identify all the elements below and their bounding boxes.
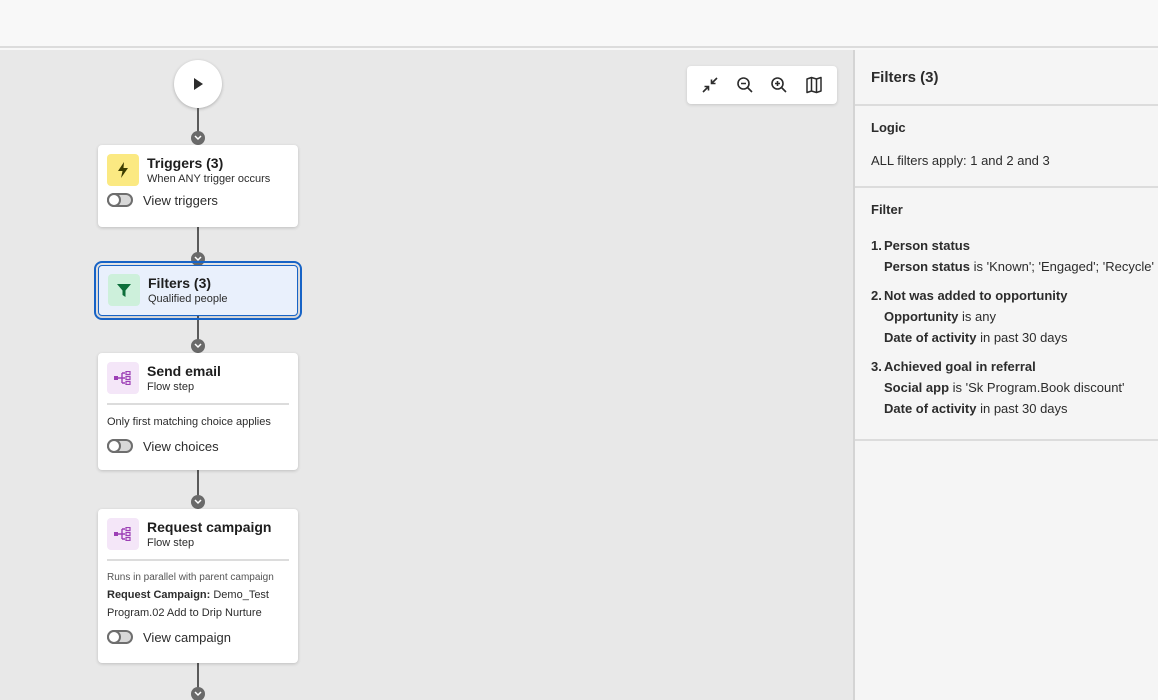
filter-heading: Filter — [871, 202, 903, 217]
filter-number: 3. — [871, 359, 882, 374]
filter-item: 1. Person status Person status is 'Known… — [871, 235, 1154, 277]
view-campaign-toggle[interactable] — [107, 630, 133, 644]
node-subtitle: Flow step — [147, 537, 195, 549]
condition-field: Date of activity — [884, 330, 977, 345]
campaign-detail-line2: Program.02 Add to Drip Nurture — [107, 607, 262, 619]
send-email-node[interactable]: Send email Flow step Only first matching… — [98, 353, 298, 470]
zoom-in-icon[interactable] — [765, 71, 793, 99]
filter-item: 2. Not was added to opportunity Opportun… — [871, 285, 1142, 348]
view-triggers-toggle[interactable] — [107, 193, 133, 207]
top-bar — [0, 0, 1158, 48]
condition-field: Social app — [884, 380, 950, 395]
node-description: Only first matching choice applies — [107, 416, 271, 428]
minimap-icon[interactable] — [800, 71, 828, 99]
condition-field: Date of activity — [884, 401, 977, 416]
filters-panel: Filters (3) Logic ALL filters apply: 1 a… — [853, 50, 1158, 700]
campaign-detail: Request Campaign: Demo_Test — [98, 586, 298, 604]
filter-condition: Date of activity in past 30 days — [871, 398, 1142, 419]
node-subtitle: When ANY trigger occurs — [147, 173, 271, 185]
flow-canvas[interactable]: Triggers (3) When ANY trigger occurs Vie… — [0, 50, 853, 700]
filter-title: Not was added to opportunity — [884, 288, 1068, 303]
condition-value: in past 30 days — [976, 330, 1068, 345]
node-subtitle: Flow step — [147, 381, 195, 393]
condition-value: is 'Sk Program.Book discount' — [949, 380, 1125, 395]
collapse-icon[interactable] — [696, 71, 724, 99]
condition-value: is 'Known'; 'Engaged'; 'Recycle' — [969, 259, 1154, 274]
toggle-label: View choices — [143, 438, 219, 454]
filter-condition: Social app is 'Sk Program.Book discount' — [871, 377, 1142, 398]
view-choices-toggle[interactable] — [107, 439, 133, 453]
parallel-note: Runs in parallel with parent campaign — [107, 572, 274, 583]
chevron-down-icon[interactable] — [191, 131, 205, 145]
chevron-down-icon[interactable] — [191, 339, 205, 353]
chevron-down-icon[interactable] — [191, 252, 205, 266]
filter-number: 1. — [871, 238, 882, 253]
node-title: Send email — [147, 363, 221, 379]
chevron-down-icon[interactable] — [191, 687, 205, 700]
filter-title: Person status — [884, 238, 970, 253]
node-title: Filters (3) — [148, 275, 212, 291]
zoom-out-icon[interactable] — [731, 71, 759, 99]
toggle-label: View triggers — [143, 192, 218, 208]
request-campaign-node[interactable]: Request campaign Flow step Runs in paral… — [98, 509, 298, 663]
divider — [107, 403, 289, 405]
flow-step-icon — [107, 518, 139, 550]
triggers-node[interactable]: Triggers (3) When ANY trigger occurs Vie… — [98, 145, 298, 227]
condition-field: Opportunity — [884, 309, 959, 324]
filter-condition: Opportunity is any — [871, 306, 1142, 327]
condition-field: Person status — [884, 259, 970, 274]
zoom-toolbar — [687, 66, 837, 104]
chevron-down-icon[interactable] — [191, 495, 205, 509]
filter-section: Filter 1. Person status Person status is… — [855, 188, 1158, 441]
logic-section: Logic ALL filters apply: 1 and 2 and 3 — [855, 106, 1158, 188]
toggle-label: View campaign — [143, 629, 231, 645]
logic-heading: Logic — [871, 120, 906, 135]
filter-title: Achieved goal in referral — [884, 359, 1036, 374]
start-play-button[interactable] — [174, 60, 222, 108]
condition-value: in past 30 days — [976, 401, 1068, 416]
panel-title: Filters (3) — [871, 68, 939, 86]
node-title: Triggers (3) — [147, 155, 224, 171]
play-icon — [194, 78, 203, 90]
campaign-detail-value: Demo_Test — [210, 589, 269, 601]
logic-text: ALL filters apply: 1 and 2 and 3 — [871, 153, 1050, 168]
filters-node[interactable]: Filters (3) Qualified people — [94, 261, 302, 320]
node-title: Request campaign — [147, 519, 272, 535]
lightning-icon — [107, 154, 139, 186]
funnel-icon — [108, 274, 140, 306]
node-subtitle: Qualified people — [148, 293, 228, 305]
flow-step-icon — [107, 362, 139, 394]
filter-item: 3. Achieved goal in referral Social app … — [871, 356, 1142, 419]
filter-condition: Date of activity in past 30 days — [871, 327, 1142, 348]
divider — [107, 559, 289, 561]
filter-number: 2. — [871, 288, 882, 303]
campaign-detail-label: Request Campaign: — [107, 589, 211, 601]
filter-condition: Person status is 'Known'; 'Engaged'; 'Re… — [871, 256, 1154, 277]
condition-value: is any — [958, 309, 996, 324]
